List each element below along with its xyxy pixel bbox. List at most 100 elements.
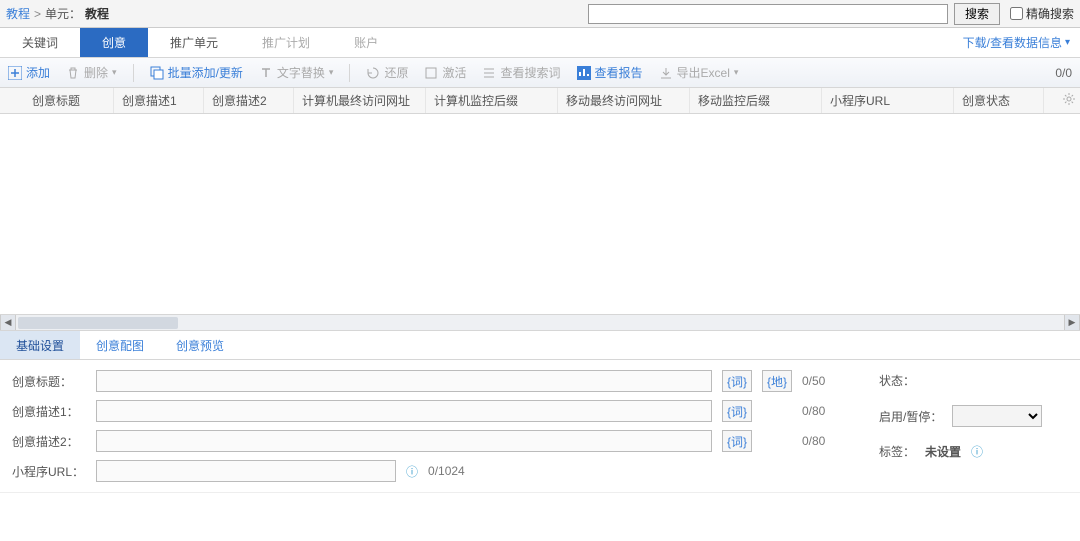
plus-icon: [8, 66, 22, 80]
help-icon[interactable]: ⓘ: [971, 443, 983, 460]
exact-search-wrap[interactable]: 精确搜索: [1010, 5, 1074, 22]
chip-di[interactable]: {地}: [762, 370, 792, 392]
form-area: 创意标题： {词} {地} 0/50 创意描述1： {词} 0/80 创意描述2…: [0, 360, 1080, 493]
count-title: 0/50: [802, 374, 850, 388]
report-button[interactable]: 查看报告: [577, 64, 643, 81]
row-title: 创意标题： {词} {地} 0/50: [12, 370, 850, 392]
form-left: 创意标题： {词} {地} 0/50 创意描述1： {词} 0/80 创意描述2…: [12, 370, 850, 482]
breadcrumb-link[interactable]: 教程: [6, 5, 30, 22]
data-info-label: 下载/查看数据信息: [963, 34, 1062, 51]
label-title: 创意标题：: [12, 373, 86, 390]
batch-button[interactable]: 批量添加/更新: [150, 64, 243, 81]
export-button[interactable]: 导出Excel ▾: [659, 64, 739, 81]
gear-icon[interactable]: [1062, 92, 1076, 106]
col-pc-suffix[interactable]: 计算机监控后缀: [426, 88, 558, 113]
text-icon: [259, 66, 273, 80]
scroll-right-button[interactable]: ▶: [1064, 315, 1080, 330]
search-input[interactable]: [588, 4, 948, 24]
tab-creative[interactable]: 创意: [80, 28, 148, 57]
add-label: 添加: [26, 64, 50, 81]
delete-button[interactable]: 删除 ▾: [66, 64, 117, 81]
tab-keyword[interactable]: 关键词: [0, 28, 80, 57]
search-area: 搜索 精确搜索: [588, 3, 1074, 25]
record-count: 0/0: [1055, 66, 1072, 80]
chevron-down-icon: ▾: [329, 67, 334, 78]
textreplace-button[interactable]: 文字替换 ▾: [259, 64, 334, 81]
top-bar: 教程 > 单元： 教程 搜索 精确搜索: [0, 0, 1080, 28]
export-label: 导出Excel: [677, 64, 730, 81]
col-title[interactable]: 创意标题: [24, 88, 114, 113]
export-icon: [659, 66, 673, 80]
trash-icon: [66, 66, 80, 80]
toolbar-divider: [133, 64, 134, 82]
chart-icon: [577, 66, 591, 80]
tag-row: 标签： 未设置 ⓘ: [879, 443, 1068, 460]
add-button[interactable]: 添加: [8, 64, 50, 81]
row-desc2: 创意描述2： {词} 0/80: [12, 430, 850, 452]
textreplace-label: 文字替换: [277, 64, 325, 81]
label-desc2: 创意描述2：: [12, 433, 86, 450]
report-label: 查看报告: [595, 64, 643, 81]
count-desc2: 0/80: [802, 434, 850, 448]
scroll-thumb[interactable]: [18, 317, 178, 329]
querysearch-button[interactable]: 查看搜索词: [482, 64, 560, 81]
breadcrumb-unit-label: 单元：: [45, 5, 81, 22]
search-button[interactable]: 搜索: [954, 3, 1000, 25]
col-desc2[interactable]: 创意描述2: [204, 88, 294, 113]
activate-icon: [424, 66, 438, 80]
tab-adunit[interactable]: 推广单元: [148, 28, 240, 57]
breadcrumb-sep: >: [34, 7, 41, 21]
form-right: 状态： 启用/暂停： 标签： 未设置 ⓘ: [878, 370, 1068, 482]
input-title[interactable]: [96, 370, 712, 392]
list-icon: [482, 66, 496, 80]
data-info-link[interactable]: 下载/查看数据信息 ▾: [953, 28, 1080, 57]
subtab-basic[interactable]: 基础设置: [0, 331, 80, 359]
restore-button[interactable]: 还原: [366, 64, 408, 81]
row-desc1: 创意描述1： {词} 0/80: [12, 400, 850, 422]
scroll-track[interactable]: [16, 315, 1064, 330]
breadcrumb-unit-name: 教程: [85, 5, 109, 22]
toolbar: 添加 删除 ▾ 批量添加/更新 文字替换 ▾ 还原 激活 查看搜索词 查看报告 …: [0, 58, 1080, 88]
input-desc2[interactable]: [96, 430, 712, 452]
exact-search-checkbox[interactable]: [1010, 7, 1023, 20]
chevron-down-icon: ▾: [1065, 37, 1070, 48]
chip-ci[interactable]: {词}: [722, 400, 752, 422]
status-row: 状态：: [879, 372, 1068, 389]
tag-label: 标签：: [879, 443, 915, 460]
delete-label: 删除: [84, 64, 108, 81]
help-icon[interactable]: ⓘ: [406, 463, 418, 480]
count-desc1: 0/80: [802, 404, 850, 418]
label-miniurl: 小程序URL：: [12, 463, 86, 480]
querysearch-label: 查看搜索词: [500, 64, 560, 81]
col-desc1[interactable]: 创意描述1: [114, 88, 204, 113]
subtab-image[interactable]: 创意配图: [80, 331, 160, 359]
tab-plan[interactable]: 推广计划: [240, 28, 332, 57]
subtab-preview[interactable]: 创意预览: [160, 331, 240, 359]
col-status[interactable]: 创意状态: [954, 88, 1044, 113]
input-desc1[interactable]: [96, 400, 712, 422]
horizontal-scrollbar[interactable]: ◀ ▶: [0, 314, 1080, 330]
restore-icon: [366, 66, 380, 80]
chevron-down-icon: ▾: [734, 67, 739, 78]
scroll-left-button[interactable]: ◀: [0, 315, 16, 330]
row-miniurl: 小程序URL： ⓘ 0/1024: [12, 460, 850, 482]
toolbar-divider: [349, 64, 350, 82]
tab-account[interactable]: 账户: [332, 28, 400, 57]
sub-tabs: 基础设置 创意配图 创意预览: [0, 330, 1080, 360]
chip-ci[interactable]: {词}: [722, 370, 752, 392]
col-miniurl[interactable]: 小程序URL: [822, 88, 954, 113]
chip-ci[interactable]: {词}: [722, 430, 752, 452]
activate-button[interactable]: 激活: [424, 64, 466, 81]
input-miniurl[interactable]: [96, 460, 396, 482]
grid-header: 创意标题 创意描述1 创意描述2 计算机最终访问网址 计算机监控后缀 移动最终访…: [0, 88, 1080, 114]
activate-label: 激活: [442, 64, 466, 81]
chevron-down-icon: ▾: [112, 67, 117, 78]
col-mobile-suffix[interactable]: 移动监控后缀: [690, 88, 822, 113]
tag-value: 未设置: [925, 443, 961, 460]
enable-select[interactable]: [952, 405, 1042, 427]
col-pc-url[interactable]: 计算机最终访问网址: [294, 88, 426, 113]
col-mobile-url[interactable]: 移动最终访问网址: [558, 88, 690, 113]
main-tabs: 关键词 创意 推广单元 推广计划 账户 下载/查看数据信息 ▾: [0, 28, 1080, 58]
exact-search-label: 精确搜索: [1026, 5, 1074, 22]
batch-label: 批量添加/更新: [168, 64, 243, 81]
